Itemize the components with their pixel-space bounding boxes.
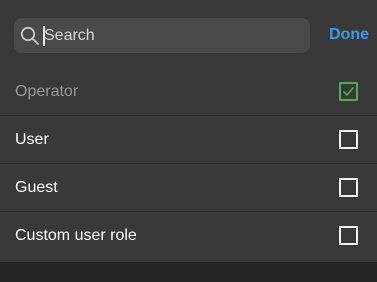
list-item-label: Custom user role	[15, 227, 137, 244]
list-item-label: Guest	[15, 179, 58, 196]
search-box[interactable]	[14, 18, 310, 53]
checkbox-operator[interactable]	[339, 82, 358, 101]
role-list: Operator User Guest Custom user role	[0, 68, 377, 260]
search-input[interactable]	[42, 18, 302, 53]
list-item-guest[interactable]: Guest	[0, 164, 377, 212]
list-item-label: User	[15, 131, 49, 148]
list-item-custom-user-role[interactable]: Custom user role	[0, 212, 377, 260]
checkbox-custom-user-role[interactable]	[339, 226, 358, 245]
role-picker-panel: Done Operator User Guest Custom user rol…	[0, 0, 377, 262]
list-item-label: Operator	[15, 83, 79, 100]
done-button[interactable]: Done	[329, 25, 369, 45]
checkbox-guest[interactable]	[339, 178, 358, 197]
list-item-operator[interactable]: Operator	[0, 68, 377, 116]
bottom-strip	[0, 262, 377, 282]
list-item-user[interactable]: User	[0, 116, 377, 164]
checkmark-icon	[343, 87, 354, 96]
text-cursor	[43, 26, 45, 46]
search-icon	[20, 26, 40, 46]
checkbox-user[interactable]	[339, 130, 358, 149]
